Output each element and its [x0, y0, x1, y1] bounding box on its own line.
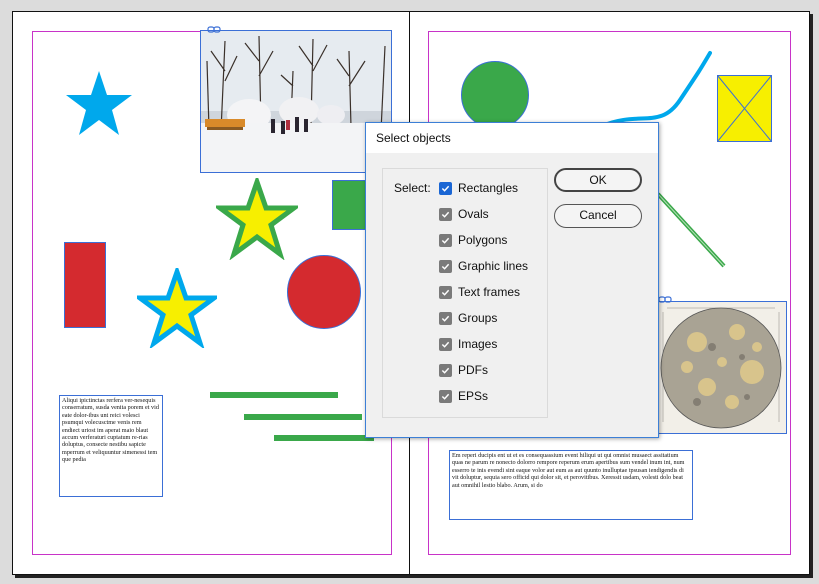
left-text-content: Aliqui ipictinctas rerfera ver-nesequis … [62, 397, 159, 464]
yellow-cyan-star[interactable] [137, 268, 217, 348]
right-text-frame[interactable]: Em reperi ducipis ent ut et es consequas… [449, 450, 693, 520]
right-text-content: Em reperi ducipis ent ut et es consequas… [452, 452, 685, 489]
select-objects-dialog: Select objects Select: Rectangles Ovals … [365, 122, 659, 438]
checkbox-label: Graphic lines [458, 259, 529, 273]
checkbox-epss[interactable]: EPSs [439, 388, 488, 404]
select-label: Select: [394, 181, 431, 195]
checkbox-icon[interactable] [439, 363, 452, 377]
winter-photo-frame[interactable] [200, 30, 392, 173]
green-line-3[interactable] [274, 435, 374, 441]
yellow-green-star[interactable] [216, 178, 298, 260]
yellow-crossed-rectangle[interactable] [717, 75, 773, 143]
checkbox-text-frames[interactable]: Text frames [439, 284, 520, 300]
checkbox-icon[interactable] [439, 337, 452, 351]
checkbox-images[interactable]: Images [439, 336, 497, 352]
checkbox-pdfs[interactable]: PDFs [439, 362, 488, 378]
green-line-1[interactable] [210, 392, 338, 398]
winter-park-image [201, 31, 391, 172]
checkbox-icon[interactable] [439, 181, 452, 195]
link-icon [658, 296, 672, 303]
dialog-title: Select objects [366, 123, 658, 153]
checkbox-icon[interactable] [439, 389, 452, 403]
checkbox-label: Images [458, 337, 498, 351]
red-circle[interactable] [287, 255, 361, 329]
green-line-2[interactable] [244, 414, 362, 420]
checkbox-icon[interactable] [439, 207, 452, 221]
moon-map-image [657, 302, 786, 433]
checkbox-label: Rectangles [458, 181, 519, 195]
checkbox-icon[interactable] [439, 311, 452, 325]
cancel-button[interactable]: Cancel [554, 204, 642, 228]
ok-button[interactable]: OK [554, 168, 642, 192]
checkbox-groups[interactable]: Groups [439, 310, 497, 326]
checkbox-label: Ovals [458, 207, 489, 221]
checkbox-icon[interactable] [439, 259, 452, 273]
checkbox-label: PDFs [458, 363, 488, 377]
checkbox-rectangles[interactable]: Rectangles [439, 180, 518, 196]
checkbox-label: Groups [458, 311, 498, 325]
green-circle[interactable] [461, 61, 529, 129]
checkbox-ovals[interactable]: Ovals [439, 206, 489, 222]
checkbox-label: EPSs [458, 389, 489, 403]
checkbox-label: Polygons [458, 233, 508, 247]
checkbox-graphic-lines[interactable]: Graphic lines [439, 258, 528, 274]
checkbox-label: Text frames [458, 285, 521, 299]
cyan-star[interactable] [66, 70, 132, 136]
checkbox-icon[interactable] [439, 285, 452, 299]
left-text-frame[interactable]: Aliqui ipictinctas rerfera ver-nesequis … [59, 395, 163, 497]
moon-map-frame[interactable] [656, 301, 787, 434]
checkbox-polygons[interactable]: Polygons [439, 232, 507, 248]
link-icon [207, 26, 221, 33]
cyan-curve[interactable] [600, 50, 712, 130]
red-rectangle[interactable] [64, 242, 106, 328]
green-diagonal-line[interactable] [656, 192, 728, 270]
checkbox-icon[interactable] [439, 233, 452, 247]
